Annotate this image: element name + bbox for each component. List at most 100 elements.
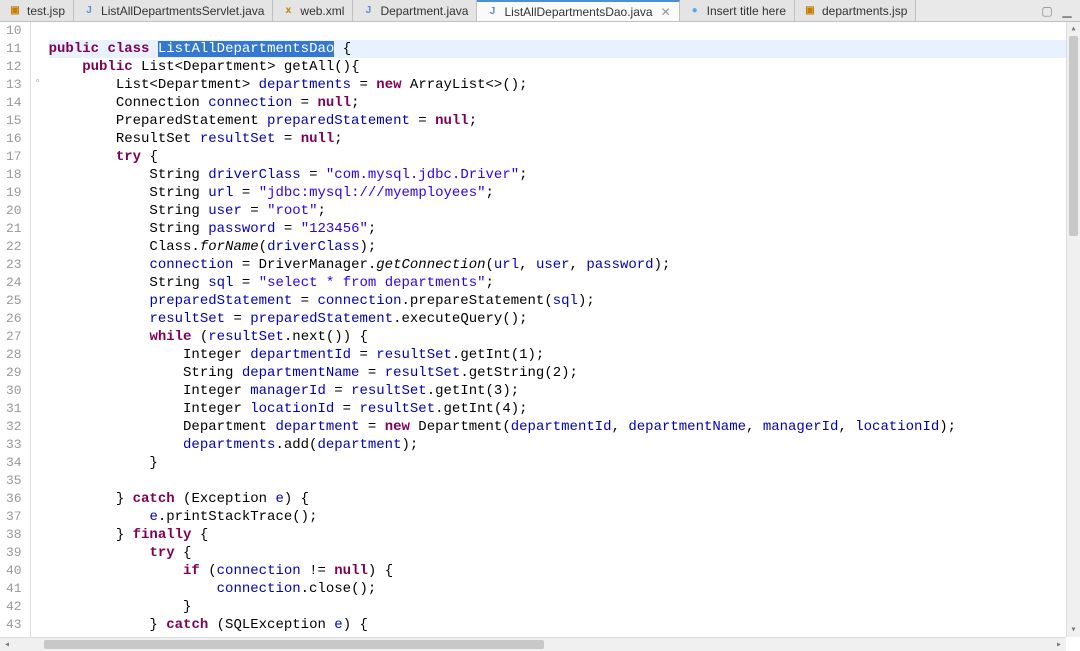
scroll-left-icon[interactable]: ◂: [0, 638, 14, 651]
tab-listalldepartmentsdao-java[interactable]: J ListAllDepartmentsDao.java ✕: [477, 0, 679, 21]
tab-departments-jsp[interactable]: ▣departments.jsp: [795, 0, 916, 21]
code-line-43[interactable]: } catch (SQLException e) {: [49, 616, 1080, 634]
tab-department-java[interactable]: JDepartment.java: [353, 0, 477, 21]
code-line-41[interactable]: connection.close();: [49, 580, 1080, 598]
annotation-marker: [31, 364, 45, 382]
scrollbar-thumb[interactable]: [1069, 36, 1078, 236]
code-line-14[interactable]: Connection connection = null;: [49, 94, 1080, 112]
horizontal-scrollbar[interactable]: ◂ ▸: [0, 637, 1066, 651]
tab-label: ListAllDepartmentsServlet.java: [101, 4, 264, 18]
line-number: 14: [6, 94, 22, 112]
code-line-20[interactable]: String user = "root";: [49, 202, 1080, 220]
annotation-marker: [31, 58, 45, 76]
code-line-42[interactable]: }: [49, 598, 1080, 616]
close-tab-icon[interactable]: ✕: [661, 5, 671, 19]
code-line-15[interactable]: PreparedStatement preparedStatement = nu…: [49, 112, 1080, 130]
code-line-17[interactable]: try {: [49, 148, 1080, 166]
line-number: 31: [6, 400, 22, 418]
code-line-33[interactable]: departments.add(department);: [49, 436, 1080, 454]
line-number: 12: [6, 58, 22, 76]
code-line-31[interactable]: Integer locationId = resultSet.getInt(4)…: [49, 400, 1080, 418]
line-number: 22: [6, 238, 22, 256]
annotation-marker: [31, 418, 45, 436]
code-line-28[interactable]: Integer departmentId = resultSet.getInt(…: [49, 346, 1080, 364]
annotation-marker: [31, 400, 45, 418]
annotation-marker: [31, 184, 45, 202]
annotation-marker: [31, 526, 45, 544]
code-line-19[interactable]: String url = "jdbc:mysql:///myemployees"…: [49, 184, 1080, 202]
line-number: 34: [6, 454, 22, 472]
tab-listalldepartmentsservlet-java[interactable]: J ListAllDepartmentsServlet.java: [74, 0, 273, 21]
code-line-16[interactable]: ResultSet resultSet = null;: [49, 130, 1080, 148]
line-number: 16: [6, 130, 22, 148]
vertical-scrollbar[interactable]: ▴ ▾: [1066, 22, 1080, 637]
java-icon: J: [82, 4, 96, 18]
annotation-marker: [31, 346, 45, 364]
line-number: 26: [6, 310, 22, 328]
annotation-marker: [31, 238, 45, 256]
annotation-marker: [31, 40, 45, 58]
scroll-right-icon[interactable]: ▸: [1052, 638, 1066, 651]
line-number: 19: [6, 184, 22, 202]
code-line-25[interactable]: preparedStatement = connection.prepareSt…: [49, 292, 1080, 310]
tab-label: departments.jsp: [822, 4, 907, 18]
annotation-marker: [31, 94, 45, 112]
annotation-marker: [31, 292, 45, 310]
code-line-13[interactable]: List<Department> departments = new Array…: [49, 76, 1080, 94]
code-line-37[interactable]: e.printStackTrace();: [49, 508, 1080, 526]
code-line-39[interactable]: try {: [49, 544, 1080, 562]
annotation-marker: ◦: [31, 76, 45, 94]
line-number: 30: [6, 382, 22, 400]
code-line-22[interactable]: Class.forName(driverClass);: [49, 238, 1080, 256]
scrollbar-thumb[interactable]: [44, 640, 544, 649]
line-number: 23: [6, 256, 22, 274]
annotation-marker: [31, 436, 45, 454]
code-area[interactable]: 󠀠public class ListAllDepartmentsDao { pu…: [45, 22, 1080, 651]
editor-tabbar: ▣test.jsp J ListAllDepartmentsServlet.java…: [0, 0, 1080, 22]
annotation-marker: [31, 472, 45, 490]
tab-label: ListAllDepartmentsDao.java: [504, 5, 652, 19]
code-line-34[interactable]: }: [49, 454, 1080, 472]
tab-web-xml[interactable]: xweb.xml: [273, 0, 353, 21]
code-line-10[interactable]: 󠀠: [49, 22, 1080, 40]
line-number: 27: [6, 328, 22, 346]
code-line-32[interactable]: Department department = new Department(d…: [49, 418, 1080, 436]
code-line-35[interactable]: [49, 472, 1080, 490]
line-number: 18: [6, 166, 22, 184]
code-line-27[interactable]: while (resultSet.next()) {: [49, 328, 1080, 346]
code-line-12[interactable]: public List<Department> getAll(){: [49, 58, 1080, 76]
java-icon: J: [485, 5, 499, 19]
line-number: 32: [6, 418, 22, 436]
annotation-marker: [31, 310, 45, 328]
code-line-11[interactable]: public class ListAllDepartmentsDao {: [49, 40, 1080, 58]
line-number: 20: [6, 202, 22, 220]
line-number: 15: [6, 112, 22, 130]
code-line-40[interactable]: if (connection != null) {: [49, 562, 1080, 580]
annotation-marker: [31, 112, 45, 130]
code-line-36[interactable]: } catch (Exception e) {: [49, 490, 1080, 508]
code-line-30[interactable]: Integer managerId = resultSet.getInt(3);: [49, 382, 1080, 400]
line-number: 17: [6, 148, 22, 166]
scroll-down-icon[interactable]: ▾: [1067, 623, 1080, 637]
code-editor: 1011121314151617181920212223242526272829…: [0, 22, 1080, 651]
code-line-23[interactable]: connection = DriverManager.getConnection…: [49, 256, 1080, 274]
web-icon: ●: [688, 4, 702, 18]
annotation-marker: [31, 148, 45, 166]
tab-test-jsp[interactable]: ▣test.jsp: [0, 0, 74, 21]
minimize-icon[interactable]: ▁: [1060, 4, 1074, 18]
maximize-icon[interactable]: ▢: [1040, 4, 1054, 18]
tab-insert-title-here[interactable]: ●Insert title here: [680, 0, 795, 21]
code-line-18[interactable]: String driverClass = "com.mysql.jdbc.Dri…: [49, 166, 1080, 184]
code-line-24[interactable]: String sql = "select * from departments"…: [49, 274, 1080, 292]
line-number: 28: [6, 346, 22, 364]
code-line-21[interactable]: String password = "123456";: [49, 220, 1080, 238]
code-line-26[interactable]: resultSet = preparedStatement.executeQue…: [49, 310, 1080, 328]
code-line-38[interactable]: } finally {: [49, 526, 1080, 544]
code-line-29[interactable]: String departmentName = resultSet.getStr…: [49, 364, 1080, 382]
line-number: 42: [6, 598, 22, 616]
annotation-marker: [31, 274, 45, 292]
annotation-marker: [31, 616, 45, 634]
scroll-up-icon[interactable]: ▴: [1067, 22, 1080, 36]
java-icon: J: [361, 4, 375, 18]
annotation-marker: [31, 598, 45, 616]
